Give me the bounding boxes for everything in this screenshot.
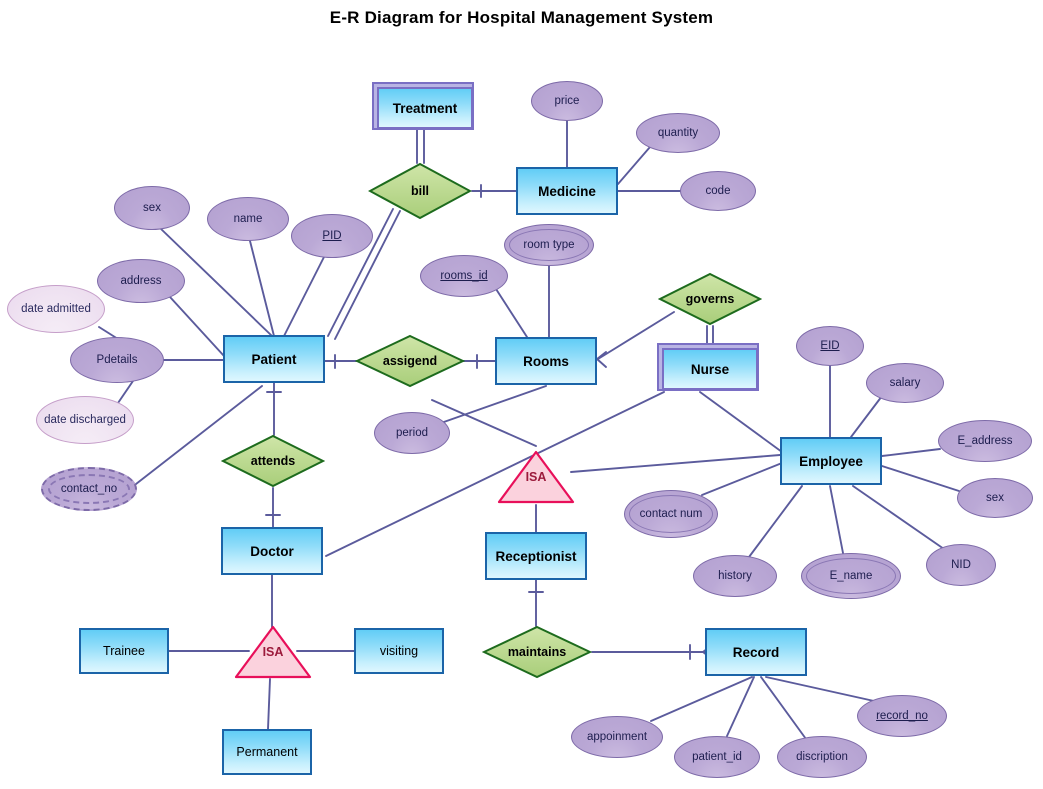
- attribute-sex-employee[interactable]: sex: [957, 478, 1033, 518]
- attribute-period-label: period: [396, 426, 428, 439]
- attribute-room-type[interactable]: room type: [504, 224, 594, 266]
- attribute-date-admitted-label: date admitted: [21, 302, 91, 315]
- attribute-patient-id[interactable]: patient_id: [674, 736, 760, 778]
- attribute-period[interactable]: period: [374, 412, 450, 454]
- entity-treatment[interactable]: Treatment: [372, 82, 474, 130]
- entity-doctor[interactable]: Doctor: [221, 527, 323, 575]
- attribute-date-admitted[interactable]: date admitted: [7, 285, 105, 333]
- attribute-e-name-label: E_name: [829, 569, 873, 582]
- relationship-bill-label: bill: [410, 184, 430, 198]
- attribute-salary[interactable]: salary: [866, 363, 944, 403]
- entity-trainee[interactable]: Trainee: [79, 628, 169, 674]
- entity-treatment-label: Treatment: [377, 87, 473, 129]
- attribute-e-name[interactable]: E_name: [801, 553, 901, 599]
- attribute-e-address-label: E_address: [957, 434, 1013, 447]
- attribute-discription[interactable]: discription: [777, 736, 867, 778]
- attribute-sex-employee-label: sex: [986, 491, 1004, 504]
- attribute-contact-num[interactable]: contact num: [624, 490, 718, 538]
- attribute-quantity-label: quantity: [657, 126, 699, 139]
- relationship-attends-label: attends: [250, 454, 296, 468]
- attribute-rooms-id-label: rooms_id: [440, 269, 488, 282]
- relationship-assigend[interactable]: assigend: [355, 334, 465, 388]
- relationship-maintains[interactable]: maintains: [482, 625, 592, 679]
- attribute-address[interactable]: address: [97, 259, 185, 303]
- attribute-pdetails-label: Pdetails: [96, 353, 138, 366]
- attribute-appoinment-label: appoinment: [586, 730, 648, 743]
- entity-patient[interactable]: Patient: [223, 335, 325, 383]
- isa-doctor-label: ISA: [262, 645, 284, 659]
- attribute-code[interactable]: code: [680, 171, 756, 211]
- attribute-price-label: price: [554, 94, 580, 107]
- er-diagram-canvas: E-R Diagram for Hospital Management Syst…: [0, 0, 1043, 789]
- attribute-quantity[interactable]: quantity: [636, 113, 720, 153]
- attribute-sex-patient[interactable]: sex: [114, 186, 190, 230]
- attribute-code-label: code: [705, 184, 731, 197]
- attribute-patient-id-label: patient_id: [692, 750, 742, 763]
- attribute-eid[interactable]: EID: [796, 326, 864, 366]
- attribute-contact-num-label: contact num: [639, 507, 703, 520]
- attribute-e-address[interactable]: E_address: [938, 420, 1032, 462]
- entity-permanent[interactable]: Permanent: [222, 729, 312, 775]
- entity-visiting[interactable]: visiting: [354, 628, 444, 674]
- attribute-pid[interactable]: PID: [291, 214, 373, 258]
- attribute-record-no-label: record_no: [876, 709, 928, 722]
- attribute-sex-patient-label: sex: [143, 201, 161, 214]
- attribute-appoinment[interactable]: appoinment: [571, 716, 663, 758]
- attribute-price[interactable]: price: [531, 81, 603, 121]
- attribute-nid[interactable]: NID: [926, 544, 996, 586]
- entity-nurse-label: Nurse: [662, 348, 758, 390]
- entity-rooms[interactable]: Rooms: [495, 337, 597, 385]
- relationship-maintains-label: maintains: [507, 645, 567, 659]
- entity-nurse[interactable]: Nurse: [657, 343, 759, 391]
- relationship-bill[interactable]: bill: [368, 162, 472, 220]
- isa-receptionist-label: ISA: [525, 470, 547, 484]
- isa-doctor[interactable]: ISA: [234, 625, 312, 679]
- attribute-record-no[interactable]: record_no: [857, 695, 947, 737]
- relationship-governs[interactable]: governs: [658, 272, 762, 326]
- attribute-history-label: history: [718, 569, 752, 582]
- attribute-discription-label: discription: [796, 750, 848, 763]
- attribute-history[interactable]: history: [693, 555, 777, 597]
- entity-record[interactable]: Record: [705, 628, 807, 676]
- attribute-date-discharged[interactable]: date discharged: [36, 396, 134, 444]
- attribute-contact-no-label: contact_no: [60, 482, 118, 495]
- entity-medicine[interactable]: Medicine: [516, 167, 618, 215]
- isa-receptionist[interactable]: ISA: [497, 450, 575, 504]
- attribute-address-label: address: [120, 274, 162, 287]
- entity-receptionist[interactable]: Receptionist: [485, 532, 587, 580]
- attribute-name-label: name: [233, 212, 263, 225]
- relationship-attends[interactable]: attends: [221, 434, 325, 488]
- attribute-contact-no[interactable]: contact_no: [41, 467, 137, 511]
- attribute-pid-label: PID: [322, 229, 342, 242]
- attribute-eid-label: EID: [820, 339, 840, 352]
- relationship-assigend-label: assigend: [382, 354, 438, 368]
- attribute-rooms-id[interactable]: rooms_id: [420, 255, 508, 297]
- attribute-name[interactable]: name: [207, 197, 289, 241]
- attribute-nid-label: NID: [951, 558, 971, 571]
- attribute-salary-label: salary: [889, 376, 921, 389]
- relationship-governs-label: governs: [685, 292, 735, 306]
- attribute-date-discharged-label: date discharged: [44, 413, 126, 426]
- entity-employee[interactable]: Employee: [780, 437, 882, 485]
- attribute-pdetails[interactable]: Pdetails: [70, 337, 164, 383]
- attribute-room-type-label: room type: [523, 238, 575, 251]
